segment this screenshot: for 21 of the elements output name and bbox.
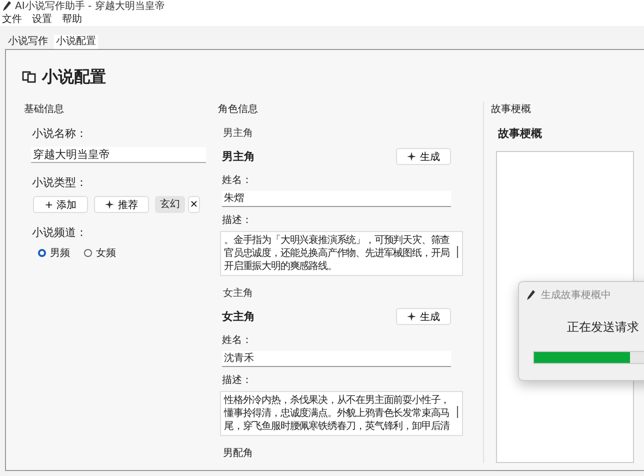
group-label: 男配角 (223, 447, 254, 460)
field-label: 小说类型： (32, 175, 88, 190)
section-label: 基础信息 (24, 102, 65, 116)
field-label: 描述： (222, 374, 253, 387)
genre-tag: 玄幻 (155, 196, 185, 213)
page-title: 小说配置 (42, 66, 106, 88)
field-label: 小说频道： (32, 225, 88, 240)
status-message: 正在发送请求 (567, 319, 640, 336)
field-label: 姓名： (222, 174, 253, 187)
field-label: 姓名： (222, 334, 253, 347)
section-label: 角色信息 (218, 102, 259, 116)
dialog-title: 生成故事梗概中 (541, 288, 611, 302)
section-label: 故事梗概 (491, 102, 532, 116)
card-title: 故事梗概 (498, 126, 543, 141)
card-title: 女主角 (222, 309, 255, 324)
group-label: 男主角 (223, 126, 254, 140)
group-label: 女主角 (223, 286, 254, 300)
card-title: 男主角 (222, 149, 255, 164)
field-label: 描述： (222, 214, 253, 227)
field-label: 小说名称： (32, 126, 88, 141)
window-title: AI小说写作助手 - 穿越大明当皇帝 (15, 0, 165, 13)
